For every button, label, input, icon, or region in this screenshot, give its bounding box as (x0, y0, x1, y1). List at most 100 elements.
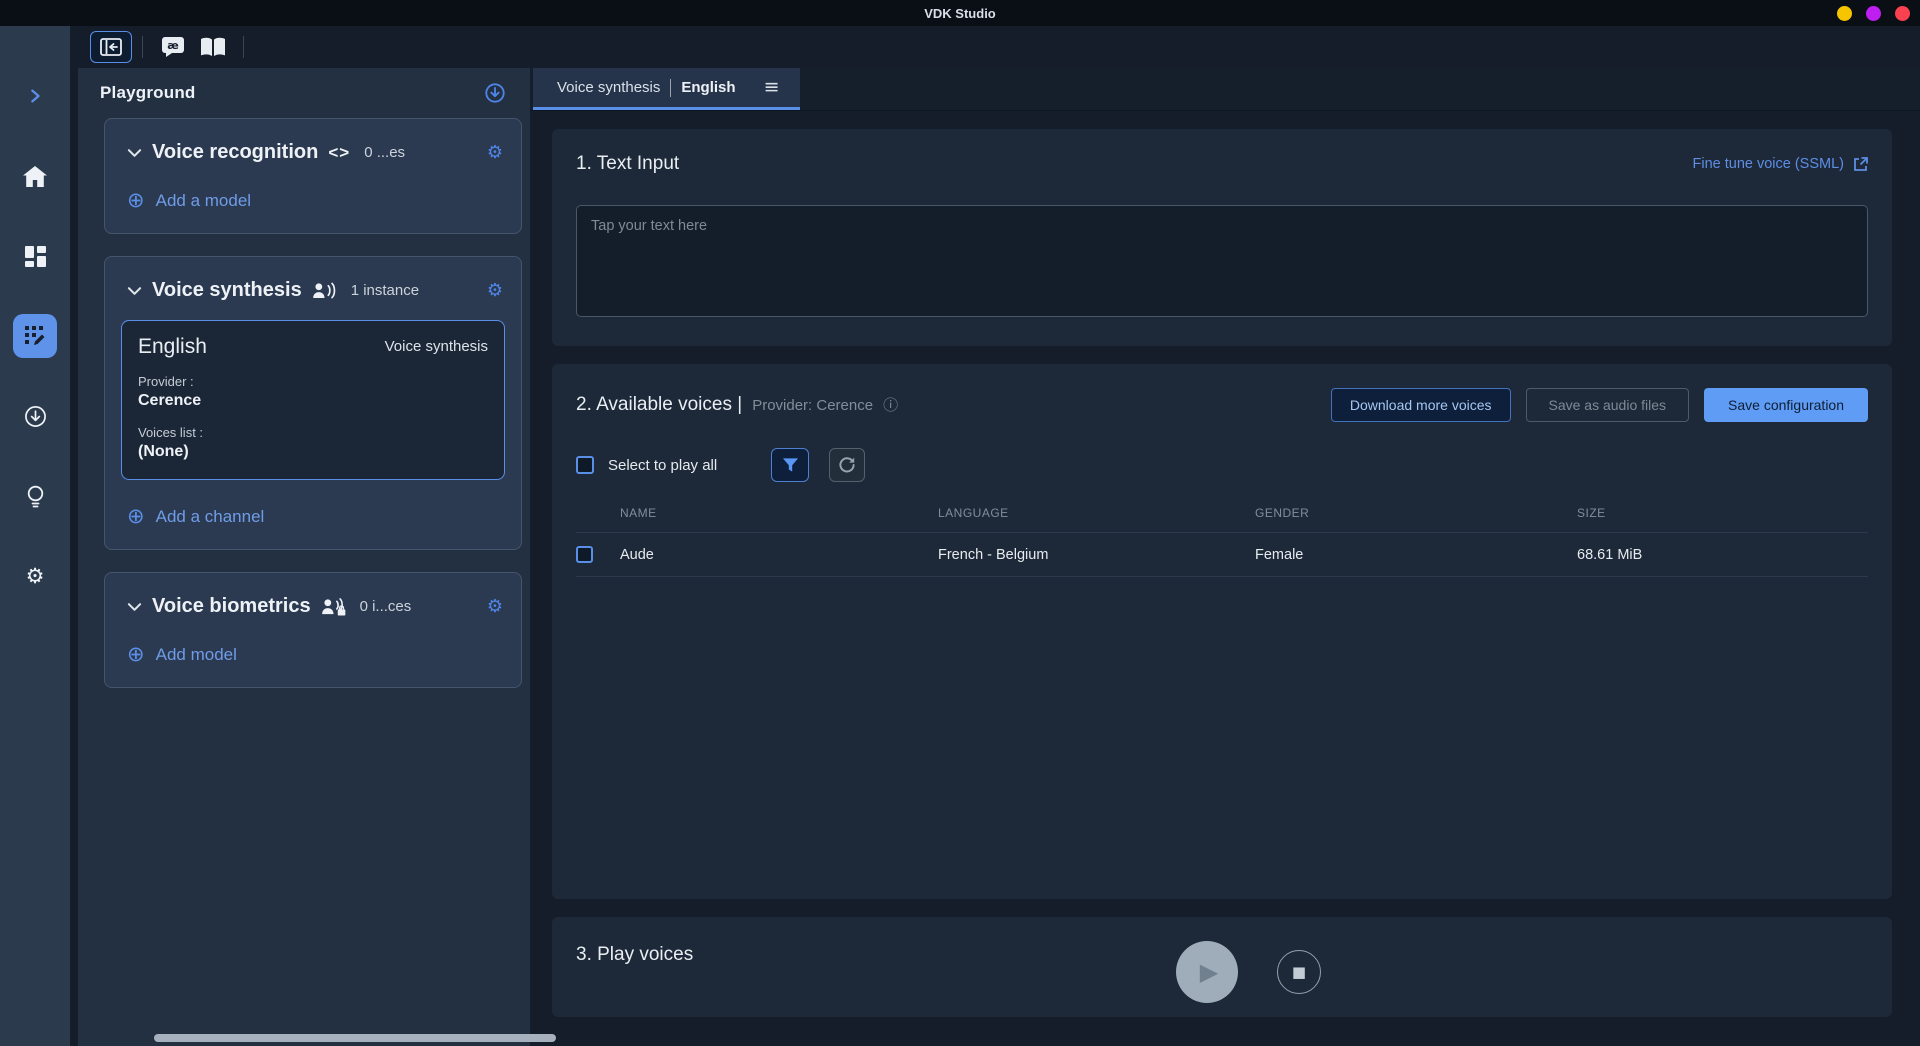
play-icon: ▶ (1200, 960, 1218, 984)
english-channel-card[interactable]: English Voice synthesis Provider : Ceren… (121, 320, 505, 480)
plus-circle-icon: ⊕ (127, 190, 145, 211)
gear-icon[interactable]: ⚙ (487, 282, 503, 300)
plus-circle-icon: ⊕ (127, 506, 145, 527)
downloads-button[interactable] (0, 396, 70, 436)
documentation-button[interactable] (193, 31, 233, 63)
chevron-down-icon[interactable] (127, 602, 142, 612)
lightbulb-icon (25, 485, 46, 508)
cell-name: Aude (620, 547, 938, 563)
main-area: Voice synthesis English ≡ 1. Text Input (530, 68, 1920, 1046)
tips-button[interactable] (0, 476, 70, 516)
save-configuration-button[interactable]: Save configuration (1704, 388, 1868, 422)
playground-panel: Playground Voice recognition <> 0 ...es … (70, 68, 530, 1046)
dashboard-icon (25, 246, 46, 267)
gear-icon[interactable]: ⚙ (487, 144, 503, 162)
play-voices-section: 3. Play voices ▶ ■ (552, 917, 1892, 1017)
section-title: Voice synthesis (152, 279, 302, 302)
horizontal-scrollbar-thumb[interactable] (154, 1034, 556, 1042)
instances-badge: 1 instance (351, 282, 419, 299)
panel-toggle-button-active[interactable] (90, 31, 132, 63)
stop-button[interactable]: ■ (1277, 950, 1321, 994)
provider-label: Provider : (138, 374, 488, 389)
filter-button[interactable] (771, 448, 809, 482)
voices-list-value: (None) (138, 443, 488, 461)
instances-badge: 0 i...ces (360, 598, 412, 615)
fine-tune-ssml-link[interactable]: Fine tune voice (SSML) (1692, 156, 1868, 172)
settings-button[interactable]: ⚙ (0, 556, 70, 596)
select-all-label: Select to play all (608, 457, 717, 474)
section-title: Voice biometrics (152, 595, 311, 618)
top-toolbar: æ (70, 26, 1920, 68)
app-title: VDK Studio (924, 6, 996, 21)
toolbar-divider (243, 36, 244, 58)
chevron-down-icon[interactable] (127, 286, 142, 296)
gear-icon[interactable]: ⚙ (487, 598, 503, 616)
left-rail: ⚙ (0, 26, 70, 1046)
voice-biometrics-card: Voice biometrics 0 i...ces ⚙ ⊕ Add model (104, 572, 522, 688)
panel-collapse-icon (100, 38, 122, 56)
col-size: SIZE (1577, 506, 1868, 520)
minimize-dot[interactable] (1837, 6, 1852, 21)
text-input-field[interactable] (576, 205, 1868, 317)
import-download-icon[interactable] (484, 82, 506, 104)
close-dot[interactable] (1895, 6, 1910, 21)
code-icon: <> (328, 143, 350, 163)
available-voices-heading: 2. Available voices | (576, 394, 742, 416)
add-channel-label: Add a channel (156, 507, 265, 527)
svg-text:æ: æ (167, 39, 179, 52)
voice-synthesis-icon (312, 282, 337, 299)
tab-menu-icon[interactable]: ≡ (764, 78, 780, 97)
voices-list-label: Voices list : (138, 425, 488, 440)
tab-voice-synthesis-english[interactable]: Voice synthesis English ≡ (533, 68, 800, 110)
tab-separator (670, 79, 671, 97)
text-input-section: 1. Text Input Fine tune voice (SSML) (552, 129, 1892, 346)
lexicon-button[interactable]: æ (153, 31, 193, 63)
titlebar: VDK Studio (0, 0, 1920, 26)
add-model-label: Add model (156, 645, 237, 665)
play-voices-heading: 3. Play voices (576, 944, 693, 966)
playground-edit-icon (23, 324, 47, 348)
home-button[interactable] (0, 156, 70, 196)
download-more-voices-button[interactable]: Download more voices (1331, 388, 1511, 422)
section-title: Voice recognition (152, 141, 318, 164)
settings-gear-icon: ⚙ (26, 566, 45, 587)
download-circle-icon (24, 405, 47, 428)
add-model-label: Add a model (156, 191, 251, 211)
channel-type: Voice synthesis (385, 338, 488, 355)
cell-gender: Female (1255, 547, 1577, 563)
cell-size: 68.61 MiB (1577, 547, 1868, 563)
add-model-link[interactable]: ⊕ Add a model (127, 190, 505, 211)
dashboard-button[interactable] (0, 236, 70, 276)
table-row-aude[interactable]: Aude French - Belgium Female 68.61 MiB (576, 533, 1868, 577)
filter-funnel-icon (782, 457, 799, 474)
refresh-button[interactable] (829, 448, 865, 482)
row-checkbox[interactable] (576, 546, 593, 563)
window-controls (1837, 6, 1910, 21)
chevron-down-icon[interactable] (127, 148, 142, 158)
save-as-audio-files-button[interactable]: Save as audio files (1526, 388, 1690, 422)
voices-table: NAME LANGUAGE GENDER SIZE Aude French - … (576, 496, 1868, 577)
instances-badge: 0 ...es (364, 144, 405, 161)
play-button[interactable]: ▶ (1176, 941, 1238, 1003)
voice-biometrics-icon (321, 598, 346, 616)
voice-synthesis-card: Voice synthesis 1 instance ⚙ English Voi… (104, 256, 522, 550)
expand-sidebar-button[interactable] (0, 76, 70, 116)
provider-caption: Provider: Cerence (752, 397, 873, 414)
voices-table-header: NAME LANGUAGE GENDER SIZE (576, 496, 1868, 533)
add-model-link[interactable]: ⊕ Add model (127, 644, 505, 665)
maximize-dot[interactable] (1866, 6, 1881, 21)
provider-value: Cerence (138, 392, 488, 410)
voice-recognition-card: Voice recognition <> 0 ...es ⚙ ⊕ Add a m… (104, 118, 522, 234)
select-all-checkbox[interactable] (576, 456, 594, 474)
text-input-heading: 1. Text Input (576, 153, 679, 175)
home-icon (23, 166, 47, 187)
panel-title: Playground (100, 83, 196, 103)
add-channel-link[interactable]: ⊕ Add a channel (127, 506, 505, 527)
tab-name-label: English (681, 79, 735, 96)
col-gender: GENDER (1255, 506, 1577, 520)
toolbar-divider (142, 36, 143, 58)
info-icon[interactable]: ⓘ (883, 398, 898, 413)
playground-button-active[interactable] (13, 314, 57, 358)
tab-bar: Voice synthesis English ≡ (530, 68, 1920, 111)
plus-circle-icon: ⊕ (127, 644, 145, 665)
